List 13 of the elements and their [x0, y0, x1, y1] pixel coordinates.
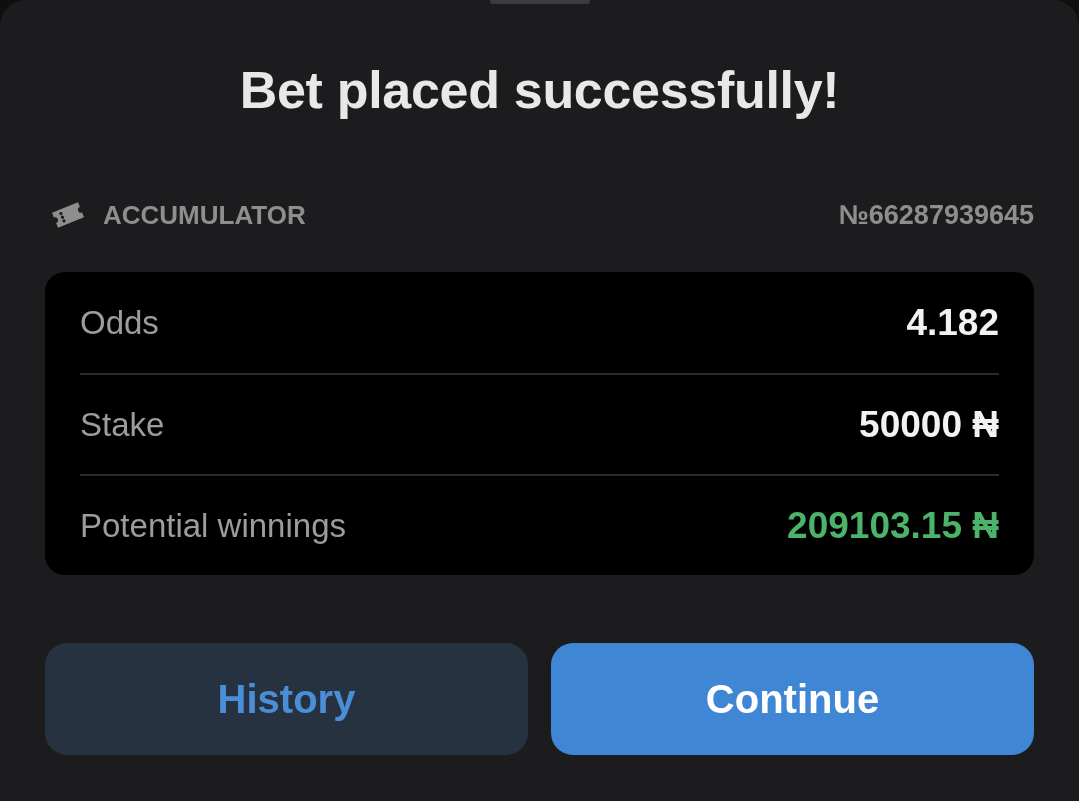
summary-value: 50000 ₦ [859, 403, 999, 448]
drag-handle[interactable] [490, 0, 590, 4]
bet-type-label: ACCUMULATOR [103, 198, 306, 232]
history-button[interactable]: History [45, 643, 528, 756]
bet-number: №66287939645 [838, 199, 1034, 233]
summary-value: 4.182 [906, 301, 999, 346]
summary-label: Odds [80, 303, 159, 344]
ticket-icon [49, 201, 87, 230]
continue-button[interactable]: Continue [551, 643, 1034, 756]
summary-label: Potential winnings [80, 506, 346, 547]
summary-label: Stake [80, 405, 165, 446]
summary-value: 209103.15 ₦ [787, 504, 999, 549]
sheet-title: Bet placed successfully! [238, 60, 841, 121]
